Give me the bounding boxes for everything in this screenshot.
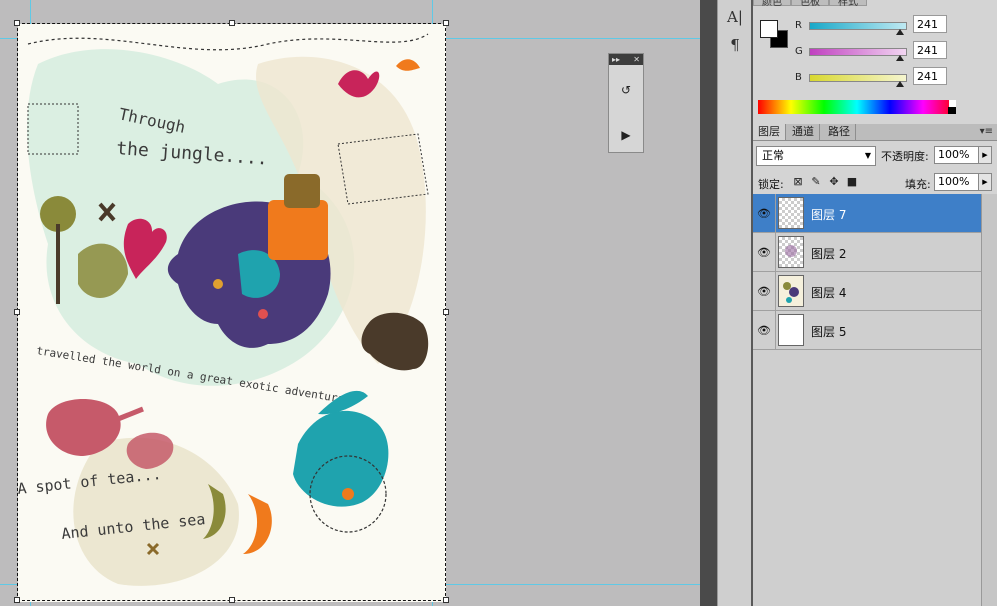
tab-channels[interactable]: 通道 [787,124,820,140]
collapsed-panel-dock: ▸▸ ✕ ↺ ▶ [608,53,644,153]
visibility-eye-icon[interactable]: 👁 [753,233,776,271]
lock-label: 锁定: [758,178,784,191]
slider-blue-input[interactable]: 241 [913,67,947,85]
layers-panel-tabs: 图层 通道 路径 ▾≡ [753,124,997,141]
layers-list: 👁 图层 7 👁 图层 2 👁 图层 4 👁 图层 5 [753,194,981,606]
layer-row-5[interactable]: 👁 图层 5 [753,311,981,350]
transform-handle-top-left[interactable] [14,20,20,26]
character-icon[interactable]: A| [724,6,746,28]
blend-mode-select[interactable]: 正常 ▼ [756,146,876,166]
fill-input[interactable]: 100% [934,173,984,191]
slider-green-track[interactable] [809,48,907,56]
transform-handle-bottom-center[interactable] [229,597,235,603]
tab-swatches[interactable]: 色板 [791,0,829,8]
chevron-down-icon: ▼ [864,151,871,160]
spectrum-black-swatch[interactable] [948,107,956,114]
layer-row-4[interactable]: 👁 图层 4 [753,272,981,311]
transform-handle-top-center[interactable] [229,20,235,26]
slider-red-input[interactable]: 241 [913,15,947,33]
tab-styles[interactable]: 样式 [829,0,867,8]
color-spectrum-ramp[interactable] [758,100,956,114]
lock-position-icon[interactable]: ✥ [828,176,840,188]
transform-handle-bottom-left[interactable] [14,597,20,603]
layer-name: 图层 7 [811,208,847,222]
transform-handle-bottom-right[interactable] [443,597,449,603]
thumbnail-art [783,282,799,303]
layer-thumbnail [778,197,804,229]
layer-row-2[interactable]: 👁 图层 2 [753,233,981,272]
transform-handle-middle-left[interactable] [14,309,20,315]
spectrum-white-swatch[interactable] [949,100,956,107]
thumbnail-art [785,245,797,257]
slider-blue-label: B [795,72,802,83]
layer-thumbnail [778,314,804,346]
layer-thumbnail [778,275,804,307]
document-canvas-area[interactable]: Through the jungle.... travelled the wor… [0,0,700,606]
mini-panel-header[interactable]: ▸▸ ✕ [609,54,643,65]
layer-name: 图层 5 [811,325,847,339]
tab-layers[interactable]: 图层 [753,124,786,140]
slider-red-knob[interactable] [895,29,904,35]
visibility-eye-icon[interactable]: 👁 [753,311,776,349]
layer-name: 图层 4 [811,286,847,300]
visibility-eye-icon[interactable]: 👁 [753,272,776,310]
transform-handle-middle-right[interactable] [443,309,449,315]
blend-mode-value: 正常 [762,149,784,162]
visibility-eye-icon[interactable]: 👁 [753,194,776,232]
slider-blue: B 241 [795,67,991,90]
tab-paths[interactable]: 路径 [823,124,856,140]
slider-red-label: R [795,20,802,31]
slider-green-input[interactable]: 241 [913,41,947,59]
right-panels: 颜色 色板 样式 R 241 G 241 B 241 图层 通道 路径 ▾≡ 正… [753,0,997,606]
layer-name: 图层 2 [811,247,847,261]
slider-green: G 241 [795,41,991,64]
opacity-stepper[interactable]: ▶ [978,146,992,164]
opacity-label: 不透明度: [881,150,929,163]
history-icon[interactable]: ↺ [615,79,637,101]
panel-gutter [700,0,717,606]
slider-blue-knob[interactable] [895,81,904,87]
slider-blue-track[interactable] [809,74,907,82]
fill-stepper[interactable]: ▶ [978,173,992,191]
layer-row-7[interactable]: 👁 图层 7 [753,194,981,233]
tab-color[interactable]: 颜色 [753,0,791,8]
foreground-color-swatch[interactable] [760,20,778,38]
lock-transparency-icon[interactable]: ⊠ [792,176,804,188]
color-panel-tabs: 颜色 色板 样式 [753,0,867,8]
panel-menu-icon[interactable]: ▾≡ [980,124,993,140]
close-panel-icon[interactable]: ✕ [633,55,640,64]
opacity-input[interactable]: 100% [934,146,984,164]
paragraph-icon[interactable]: ¶ [724,34,746,56]
panel-icon-strip: A| ¶ [717,0,751,606]
transform-handle-top-right[interactable] [443,20,449,26]
expand-panels-icon[interactable]: ▸▸ [612,55,620,64]
slider-green-label: G [795,46,803,57]
lock-pixels-icon[interactable]: ✎ [810,176,822,188]
layers-scrollbar[interactable] [981,194,997,606]
slider-red-track[interactable] [809,22,907,30]
slider-green-knob[interactable] [895,55,904,61]
layer-thumbnail [778,236,804,268]
selection-marquee[interactable] [17,23,446,601]
slider-red: R 241 [795,15,991,38]
actions-play-icon[interactable]: ▶ [615,124,637,146]
fill-label: 填充: [905,178,931,191]
lock-all-icon[interactable]: ■ [846,176,858,188]
